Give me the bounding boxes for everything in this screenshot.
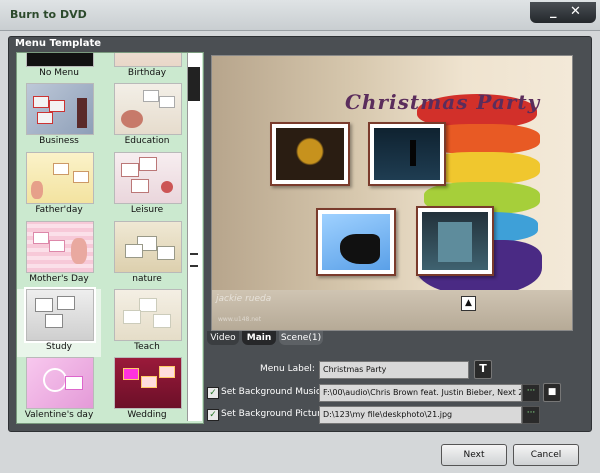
template-education[interactable]: Education xyxy=(105,83,189,151)
tab-main[interactable]: Main xyxy=(242,331,276,345)
template-thumbnail xyxy=(26,357,94,409)
next-button[interactable]: Next xyxy=(441,444,507,466)
template-leisure[interactable]: Leisure xyxy=(105,152,189,220)
chapter-thumbnail-4[interactable] xyxy=(416,206,494,276)
template-label: Wedding xyxy=(127,410,167,420)
bg-picture-checkbox[interactable]: ✓ xyxy=(207,409,219,421)
template-label: Leisure xyxy=(130,205,164,215)
title-bar xyxy=(0,0,600,31)
chapter-thumbnail-3[interactable] xyxy=(316,208,396,276)
chapter-image xyxy=(322,214,390,270)
bg-music-label: Set Background Music xyxy=(221,387,321,397)
template-list[interactable]: No Menu Birthday Business Education Fath… xyxy=(16,52,204,424)
template-thumbnail xyxy=(114,357,182,409)
template-scrollbar[interactable] xyxy=(187,53,202,421)
menu-label-input[interactable]: Christmas Party xyxy=(319,361,469,379)
close-icon[interactable]: ✕ xyxy=(570,4,581,19)
window-title: Burn to DVD xyxy=(10,8,87,21)
template-label: Teach xyxy=(134,342,160,352)
bg-music-input[interactable]: F:\00\audio\Chris Brown feat. Justin Bie… xyxy=(319,384,522,402)
template-valentines-day[interactable]: Valentine's day xyxy=(17,357,101,423)
template-thumbnail xyxy=(24,287,96,343)
chapter-thumbnail-1[interactable] xyxy=(270,122,350,186)
template-label: Business xyxy=(39,136,79,146)
bg-picture-label: Set Background Picture xyxy=(221,409,327,419)
cancel-button[interactable]: Cancel xyxy=(513,444,579,466)
minimize-icon[interactable]: _ xyxy=(550,4,557,19)
template-label: Study xyxy=(46,342,72,352)
panel-title: Menu Template xyxy=(15,38,102,49)
tab-video[interactable]: Video xyxy=(207,331,239,345)
template-no-menu[interactable]: No Menu xyxy=(17,53,101,83)
watermark: jackie rueda xyxy=(216,294,272,304)
template-label: No Menu xyxy=(39,68,79,78)
template-nature[interactable]: nature xyxy=(105,221,189,289)
up-arrow-icon[interactable]: ▲ xyxy=(461,296,476,311)
template-thumbnail xyxy=(114,221,182,273)
watermark-site: www.u148.net xyxy=(218,316,262,323)
chapter-image xyxy=(374,128,440,180)
bg-picture-input[interactable]: D:\123\my file\deskphoto\21.jpg xyxy=(319,406,522,424)
template-thumbnail xyxy=(114,289,182,341)
template-label: Father'day xyxy=(35,205,83,215)
template-label: Birthday xyxy=(127,68,167,78)
template-thumbnail xyxy=(26,152,94,204)
template-wedding[interactable]: Wedding xyxy=(105,357,189,423)
menu-title: Christmas Party xyxy=(345,90,541,114)
template-mothers-day[interactable]: Mother's Day xyxy=(17,221,101,289)
bg-picture-browse-button[interactable]: ··· xyxy=(522,406,540,424)
menu-preview: Christmas Party ▲ jackie rueda www.u148.… xyxy=(211,55,573,331)
chapter-image xyxy=(422,212,488,270)
window-controls: _ ✕ xyxy=(530,2,596,23)
chapter-thumbnail-2[interactable] xyxy=(368,122,446,186)
template-thumbnail xyxy=(114,53,182,67)
scrollbar-thumb[interactable] xyxy=(188,67,200,101)
tab-scene[interactable]: Scene(1) xyxy=(279,331,323,345)
menu-label-label: Menu Label: xyxy=(260,364,315,374)
template-teach[interactable]: Teach xyxy=(105,289,189,357)
template-thumbnail xyxy=(114,152,182,204)
template-fathers-day[interactable]: Father'day xyxy=(17,152,101,220)
bg-music-browse-button[interactable]: ··· xyxy=(522,384,540,402)
template-study[interactable]: Study xyxy=(17,287,101,357)
template-thumbnail xyxy=(26,53,94,67)
text-style-button[interactable]: T xyxy=(474,360,492,379)
template-label: nature xyxy=(132,274,162,284)
template-thumbnail xyxy=(26,83,94,135)
stop-music-icon[interactable]: ■ xyxy=(543,383,561,402)
template-label: Valentine's day xyxy=(24,410,94,420)
template-thumbnail xyxy=(114,83,182,135)
chapter-image xyxy=(276,128,344,180)
template-business[interactable]: Business xyxy=(17,83,101,151)
template-birthday[interactable]: Birthday xyxy=(105,53,189,83)
template-label: Mother's Day xyxy=(29,274,89,284)
template-thumbnail xyxy=(26,221,94,273)
template-label: Education xyxy=(124,136,170,146)
scrollbar-grip-icon xyxy=(190,253,198,267)
bg-music-checkbox[interactable]: ✓ xyxy=(207,387,219,399)
